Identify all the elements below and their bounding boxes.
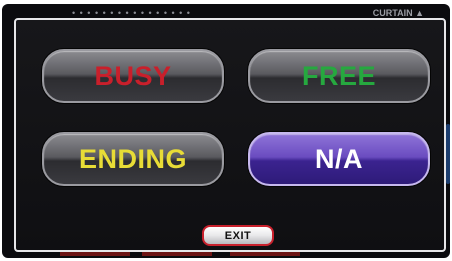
background-tab <box>60 252 130 256</box>
background-tab <box>142 252 212 256</box>
device-screen: • • • • • • • • • • • • • • • • CURTAIN … <box>2 4 450 258</box>
busy-label: BUSY <box>94 60 172 91</box>
busy-button[interactable]: BUSY <box>42 49 224 103</box>
ending-label: ENDING <box>78 143 187 174</box>
ending-button[interactable]: ENDING <box>42 132 224 186</box>
status-selection-dialog: BUSY FREE ENDING N/A EXIT <box>14 18 446 252</box>
exit-button[interactable]: EXIT <box>202 225 274 246</box>
background-tab <box>230 252 300 256</box>
na-label: N/A <box>315 143 363 174</box>
exit-label: EXIT <box>224 229 252 242</box>
background-edge-indicator <box>446 124 450 184</box>
topbar-text: • • • • • • • • • • • • • • • • <box>72 8 191 18</box>
free-label: FREE <box>301 60 376 91</box>
na-button[interactable]: N/A <box>248 132 430 186</box>
free-button[interactable]: FREE <box>248 49 430 103</box>
